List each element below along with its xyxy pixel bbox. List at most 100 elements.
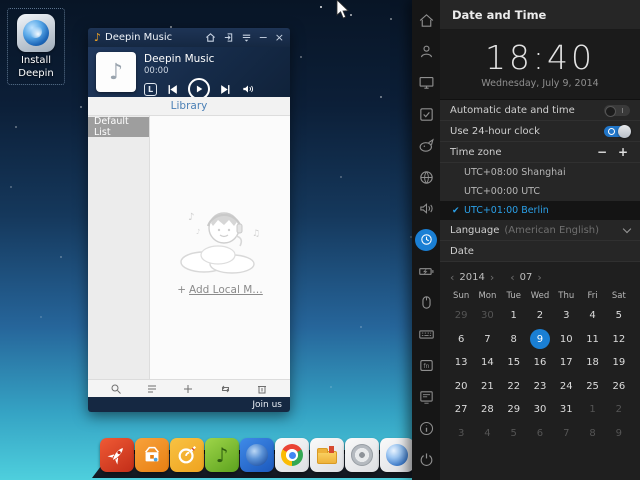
deepin-music-window: ♪ Deepin Music − × ♪ Deepin Music 00:00 [88, 28, 290, 412]
dock-file-manager-icon[interactable] [310, 438, 344, 472]
sidebar-default-applications-icon[interactable] [415, 103, 437, 125]
calendar-day[interactable]: 8 [579, 422, 605, 446]
music-titlebar[interactable]: ♪ Deepin Music − × [88, 28, 290, 47]
calendar-day[interactable]: 5 [501, 422, 527, 446]
delete-icon[interactable] [256, 383, 268, 395]
dock-media-player-icon[interactable] [345, 438, 379, 472]
add-icon[interactable] [182, 383, 194, 395]
dock-app-store-icon[interactable] [135, 438, 169, 472]
calendar-day[interactable]: 30 [474, 304, 500, 328]
sidebar-account-icon[interactable] [415, 40, 437, 62]
calendar-day[interactable]: 1 [501, 304, 527, 328]
dock-deepin-music-icon[interactable]: ♪ [205, 438, 239, 472]
sidebar-keyboard-icon[interactable] [415, 323, 437, 345]
calendar-day[interactable]: 5 [606, 304, 632, 328]
next-button[interactable] [219, 83, 232, 96]
calendar-day[interactable]: 3 [448, 422, 474, 446]
calendar-day[interactable]: 6 [527, 422, 553, 446]
sidebar-sound-icon[interactable] [415, 198, 437, 220]
minimize-icon[interactable]: − [259, 32, 268, 43]
calendar-day[interactable]: 9 [606, 422, 632, 446]
calendar-day[interactable]: 24 [553, 375, 579, 399]
calendar-day[interactable]: 3 [553, 304, 579, 328]
add-local-music-link[interactable]: + Add Local M… [177, 284, 263, 296]
remove-timezone-button[interactable]: − [595, 146, 609, 158]
sidebar-shortcuts-icon[interactable]: fn [415, 355, 437, 377]
dock-google-chrome-icon[interactable] [275, 438, 309, 472]
calendar-day[interactable]: 29 [501, 398, 527, 422]
calendar-day[interactable]: 26 [606, 375, 632, 399]
repeat-icon[interactable] [219, 383, 232, 395]
calendar-day[interactable]: 2 [527, 304, 553, 328]
next-year-button[interactable]: › [490, 271, 494, 284]
calendar-day[interactable]: 22 [501, 375, 527, 399]
calendar-day[interactable]: 15 [501, 351, 527, 375]
dock-web-browser-icon[interactable] [380, 438, 414, 472]
dock-deepin-browser-icon[interactable] [240, 438, 274, 472]
calendar-day[interactable]: 27 [448, 398, 474, 422]
24-hour-clock-toggle[interactable] [604, 126, 630, 137]
calendar-day[interactable]: 23 [527, 375, 553, 399]
calendar-day[interactable]: 4 [579, 304, 605, 328]
dock-launcher-icon[interactable] [100, 438, 134, 472]
sidebar-personalization-icon[interactable] [415, 135, 437, 157]
calendar-day[interactable]: 7 [553, 422, 579, 446]
calendar-day[interactable]: 21 [474, 375, 500, 399]
sidebar-boot-icon[interactable] [415, 386, 437, 408]
calendar-day[interactable]: 4 [474, 422, 500, 446]
volume-icon[interactable] [241, 82, 255, 96]
timezone-item[interactable]: UTC+00:00 UTC [440, 182, 640, 201]
automatic-date-time-toggle[interactable] [604, 105, 630, 116]
previous-button[interactable] [166, 83, 179, 96]
add-timezone-button[interactable]: + [616, 146, 630, 158]
calendar-day[interactable]: 11 [579, 328, 605, 352]
calendar-day[interactable]: 25 [579, 375, 605, 399]
calendar-day[interactable]: 28 [474, 398, 500, 422]
calendar-day[interactable]: 10 [553, 328, 579, 352]
calendar-day[interactable]: 7 [474, 328, 500, 352]
setting-row-language[interactable]: Language (American English) [440, 220, 640, 241]
menu-icon[interactable] [241, 32, 252, 43]
sidebar-home-icon[interactable] [415, 9, 437, 31]
calendar-day[interactable]: 8 [501, 328, 527, 352]
close-icon[interactable]: × [275, 32, 284, 43]
sidebar-shutdown-icon[interactable] [415, 449, 437, 471]
timezone-item[interactable]: UTC+08:00 Shanghai [440, 163, 640, 182]
calendar-day[interactable]: 13 [448, 351, 474, 375]
plus-icon: + [177, 284, 186, 296]
calendar-day[interactable]: 2 [606, 398, 632, 422]
calendar-day[interactable]: 14 [474, 351, 500, 375]
prev-month-button[interactable]: ‹ [510, 271, 514, 284]
calendar-day[interactable]: 20 [448, 375, 474, 399]
calendar-day[interactable]: 18 [579, 351, 605, 375]
calendar-day[interactable]: 9 [527, 328, 553, 352]
home-icon[interactable] [205, 32, 216, 43]
sidebar-mouse-icon[interactable] [415, 292, 437, 314]
sidebar-power-icon[interactable] [415, 260, 437, 282]
prev-year-button[interactable]: ‹ [450, 271, 454, 284]
login-icon[interactable] [223, 32, 234, 43]
join-us-link[interactable]: Join us [252, 400, 282, 410]
calendar-day[interactable]: 19 [606, 351, 632, 375]
sidebar-network-icon[interactable] [415, 166, 437, 188]
calendar-day[interactable]: 12 [606, 328, 632, 352]
dock-game-center-icon[interactable] [170, 438, 204, 472]
search-icon[interactable] [110, 383, 122, 395]
tab-library[interactable]: Library [171, 100, 208, 112]
sidebar-date-and-time-icon[interactable] [415, 229, 437, 251]
calendar-day[interactable]: 31 [553, 398, 579, 422]
sidebar-display-icon[interactable] [415, 72, 437, 94]
next-month-button[interactable]: › [537, 271, 541, 284]
calendar-day[interactable]: 17 [553, 351, 579, 375]
sidebar-system-information-icon[interactable] [415, 417, 437, 439]
playlist-icon[interactable] [146, 383, 158, 395]
playlist-default-list[interactable]: Default List [88, 117, 149, 137]
timezone-item[interactable]: ✔UTC+01:00 Berlin [440, 201, 640, 220]
calendar-day[interactable]: 1 [579, 398, 605, 422]
calendar-day[interactable]: 30 [527, 398, 553, 422]
calendar-day[interactable]: 16 [527, 351, 553, 375]
desktop-icon-install-deepin[interactable]: Install Deepin [7, 8, 65, 85]
calendar-day[interactable]: 6 [448, 328, 474, 352]
lyrics-button[interactable]: L [144, 83, 157, 96]
calendar-day[interactable]: 29 [448, 304, 474, 328]
